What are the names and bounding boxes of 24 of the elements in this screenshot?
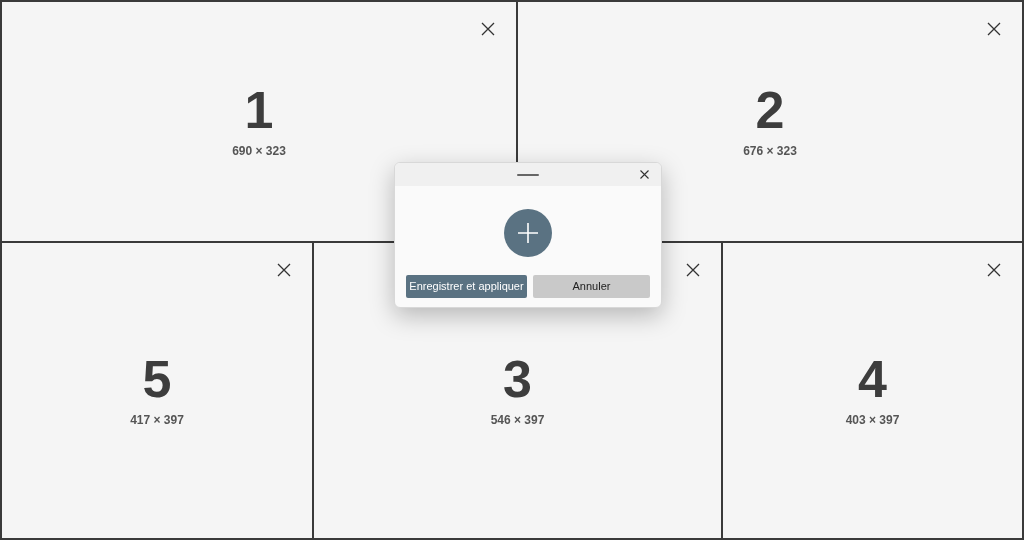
zone-panel[interactable]: 2 676 × 323 <box>516 0 1024 243</box>
close-icon[interactable] <box>277 263 291 277</box>
drag-handle[interactable] <box>517 173 539 176</box>
zone-number: 5 <box>142 352 172 405</box>
zone-size: 546 × 397 <box>490 411 545 429</box>
zone-number: 2 <box>755 83 785 136</box>
close-icon[interactable] <box>640 170 649 179</box>
close-icon[interactable] <box>481 22 495 36</box>
zone-number: 1 <box>244 83 274 136</box>
zone-size: 417 × 397 <box>130 411 184 429</box>
cancel-button[interactable]: Annuler <box>533 275 650 298</box>
zone-number: 4 <box>858 352 887 405</box>
close-icon[interactable] <box>987 263 1001 277</box>
zone-size: 403 × 397 <box>845 411 900 429</box>
zone-number: 3 <box>503 352 532 405</box>
zone-panel[interactable]: 4 403 × 397 <box>721 241 1024 540</box>
close-icon[interactable] <box>987 22 1001 36</box>
zone-size: 676 × 323 <box>743 142 797 160</box>
close-icon[interactable] <box>686 263 700 277</box>
zone-panel[interactable]: 5 417 × 397 <box>0 241 314 540</box>
save-apply-button[interactable]: Enregistrer et appliquer <box>406 275 527 298</box>
add-zone-button[interactable] <box>504 209 552 257</box>
zone-size: 690 × 323 <box>232 142 286 160</box>
zone-panel[interactable]: 1 690 × 323 <box>0 0 518 243</box>
